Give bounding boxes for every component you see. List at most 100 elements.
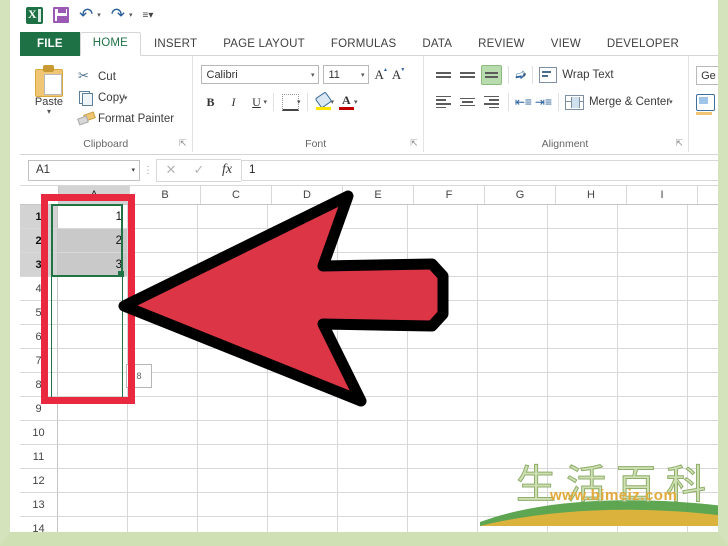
grid-cell[interactable] xyxy=(618,229,688,253)
grid-cell[interactable] xyxy=(478,205,548,229)
increase-font-size-icon[interactable]: A xyxy=(373,67,389,83)
grid-cell[interactable] xyxy=(478,349,548,373)
grid-cell[interactable] xyxy=(618,469,688,493)
underline-dropdown-icon[interactable]: ▾ xyxy=(264,98,268,106)
tab-home[interactable]: HOME xyxy=(79,32,142,56)
grid-cell[interactable] xyxy=(58,445,128,469)
grid-cell[interactable] xyxy=(688,517,718,532)
grid-cell[interactable] xyxy=(338,421,408,445)
grid-cell[interactable] xyxy=(478,421,548,445)
grid-cell[interactable] xyxy=(268,325,338,349)
grid-cell[interactable] xyxy=(548,229,618,253)
grid-cell[interactable] xyxy=(338,445,408,469)
cancel-formula-icon[interactable]: ✕ xyxy=(157,162,185,178)
grid-cell[interactable] xyxy=(618,253,688,277)
column-header-i[interactable]: I xyxy=(627,186,698,204)
grid-cell[interactable] xyxy=(58,421,128,445)
align-left-button[interactable] xyxy=(433,92,454,112)
column-header-a[interactable]: A xyxy=(59,186,130,204)
grid-cell[interactable] xyxy=(268,301,338,325)
row-header[interactable]: 8 xyxy=(20,373,58,397)
column-header-j[interactable]: J xyxy=(698,186,718,204)
copy-button[interactable]: Copy ▾ xyxy=(78,87,192,108)
row-header[interactable]: 14 xyxy=(20,517,58,532)
grid-cell[interactable] xyxy=(688,373,718,397)
grid-cell[interactable] xyxy=(408,301,478,325)
grid-cell[interactable] xyxy=(338,349,408,373)
grid-cell[interactable] xyxy=(128,421,198,445)
grid-cell[interactable] xyxy=(408,397,478,421)
grid-cell[interactable] xyxy=(688,445,718,469)
grid-cell[interactable] xyxy=(618,325,688,349)
grid-cell[interactable] xyxy=(58,373,128,397)
grid-cell[interactable] xyxy=(58,325,128,349)
orientation-icon[interactable]: ➫ xyxy=(513,66,527,84)
grid-cell[interactable] xyxy=(268,397,338,421)
wrap-text-button[interactable]: Wrap Text xyxy=(539,67,614,83)
grid-cell[interactable] xyxy=(198,325,268,349)
grid-cell[interactable] xyxy=(478,469,548,493)
row-header[interactable]: 10 xyxy=(20,421,58,445)
grid-cell[interactable] xyxy=(58,277,128,301)
grid-cell[interactable] xyxy=(478,493,548,517)
fill-handle[interactable] xyxy=(118,271,124,277)
grid-cell[interactable] xyxy=(198,397,268,421)
grid-cell[interactable] xyxy=(688,493,718,517)
tab-page-layout[interactable]: PAGE LAYOUT xyxy=(210,33,318,56)
grid-cell[interactable] xyxy=(548,421,618,445)
grid-cell[interactable] xyxy=(268,349,338,373)
grid-cell[interactable] xyxy=(128,301,198,325)
grid-cell[interactable] xyxy=(58,517,128,532)
grid-cell[interactable] xyxy=(688,397,718,421)
grid-cell[interactable] xyxy=(198,517,268,532)
grid-cell[interactable] xyxy=(338,253,408,277)
grid-cell[interactable]: 1 xyxy=(58,205,128,229)
grid-cell[interactable] xyxy=(688,205,718,229)
grid-cell[interactable] xyxy=(478,253,548,277)
grid-cell[interactable] xyxy=(408,517,478,532)
alignment-dialog-launcher-icon[interactable]: ⇱ xyxy=(676,138,684,149)
grid-cell[interactable] xyxy=(548,277,618,301)
grid-cell[interactable] xyxy=(198,373,268,397)
grid-cell[interactable] xyxy=(198,277,268,301)
grid-cell[interactable] xyxy=(408,277,478,301)
tab-data[interactable]: DATA xyxy=(409,33,465,56)
row-header[interactable]: 4 xyxy=(20,277,58,301)
tab-developer[interactable]: DEVELOPER xyxy=(594,33,692,56)
tab-formulas[interactable]: FORMULAS xyxy=(318,33,410,56)
grid-cell[interactable] xyxy=(128,229,198,253)
row-header[interactable]: 2 xyxy=(20,229,58,253)
grid-cell[interactable] xyxy=(548,445,618,469)
grid-cell[interactable]: 2 xyxy=(58,229,128,253)
cut-button[interactable]: ✂ Cut xyxy=(78,66,192,87)
grid-cell[interactable] xyxy=(128,493,198,517)
grid-cell[interactable] xyxy=(338,373,408,397)
column-header-e[interactable]: E xyxy=(343,186,414,204)
copy-dropdown-icon[interactable]: ▾ xyxy=(124,94,128,102)
grid-cell[interactable] xyxy=(478,325,548,349)
italic-button[interactable]: I xyxy=(224,92,244,112)
formula-bar-handle-icon[interactable]: ⋮ xyxy=(140,165,156,176)
align-top-button[interactable] xyxy=(433,65,454,85)
font-size-combobox[interactable]: 11 ▾ xyxy=(322,65,369,84)
grid-cell[interactable] xyxy=(268,445,338,469)
grid-cell[interactable] xyxy=(128,397,198,421)
grid-cell[interactable] xyxy=(338,229,408,253)
grid-cell[interactable] xyxy=(618,301,688,325)
percent-style-icon[interactable] xyxy=(696,94,716,111)
enter-formula-icon[interactable]: ✓ xyxy=(185,162,213,178)
grid-cell[interactable] xyxy=(198,469,268,493)
grid-cell[interactable] xyxy=(618,493,688,517)
grid-cell[interactable] xyxy=(548,397,618,421)
grid-cell[interactable] xyxy=(618,349,688,373)
grid-cell[interactable] xyxy=(408,253,478,277)
font-dialog-launcher-icon[interactable]: ⇱ xyxy=(410,138,418,149)
select-all-corner[interactable] xyxy=(20,186,59,204)
grid-cell[interactable] xyxy=(408,349,478,373)
row-header[interactable]: 6 xyxy=(20,325,58,349)
grid-cell[interactable] xyxy=(268,421,338,445)
grid-cell[interactable] xyxy=(268,373,338,397)
grid-cell[interactable] xyxy=(688,469,718,493)
decrease-indent-icon[interactable]: ⇤≡ xyxy=(515,94,532,110)
paste-dropdown-icon[interactable]: ▾ xyxy=(47,108,51,116)
